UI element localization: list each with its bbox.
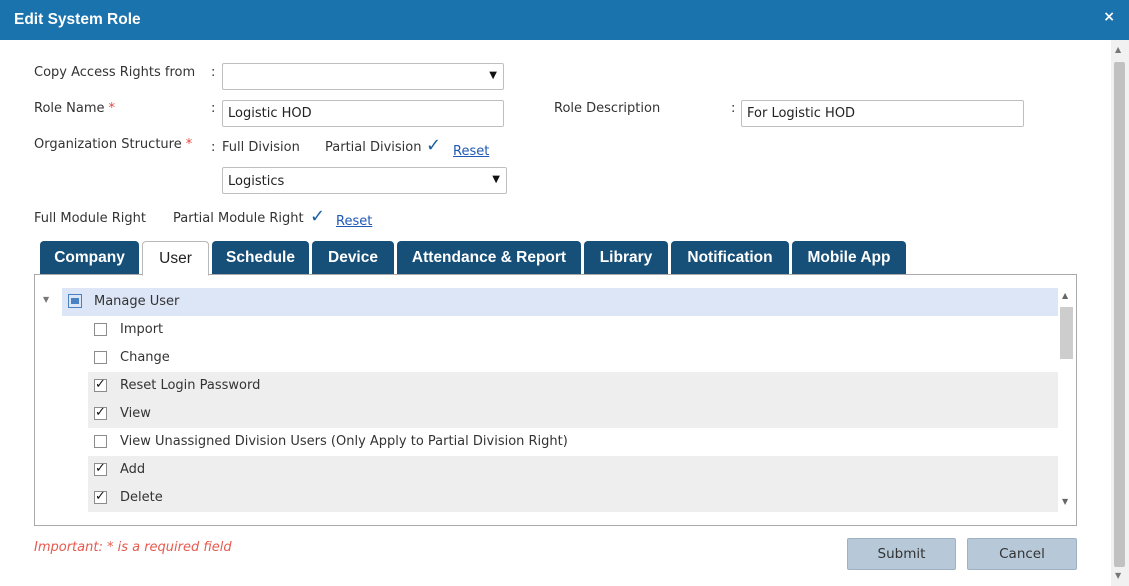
chevron-down-icon: ▼: [489, 70, 497, 81]
partial-division-option[interactable]: Partial Division: [325, 140, 422, 155]
role-description-label: Role Description: [554, 101, 661, 116]
submit-button[interactable]: Submit: [847, 538, 956, 570]
division-reset-link[interactable]: Reset: [453, 144, 489, 159]
close-icon[interactable]: ×: [1103, 9, 1115, 25]
cancel-button[interactable]: Cancel: [967, 538, 1077, 570]
checked-checkbox[interactable]: ✓: [94, 406, 107, 420]
required-field-note: Important: * is a required field: [34, 540, 232, 555]
scroll-down-icon[interactable]: ▼: [1115, 571, 1121, 580]
tree-item-row[interactable]: ✓ Add: [88, 456, 1058, 484]
tree-item-row[interactable]: View Unassigned Division Users (Only App…: [88, 428, 1058, 456]
unchecked-checkbox[interactable]: [94, 323, 107, 336]
tab-notification[interactable]: Notification: [671, 241, 789, 275]
tab-attendance-report[interactable]: Attendance & Report: [397, 241, 581, 275]
role-description-input[interactable]: [741, 100, 1024, 127]
tree-item-label: Change: [120, 350, 170, 365]
dialog-titlebar: Edit System Role ×: [0, 0, 1129, 40]
checked-checkbox[interactable]: ✓: [94, 490, 107, 504]
tree-item-row[interactable]: ✓ Delete: [88, 484, 1058, 512]
tab-company[interactable]: Company: [40, 241, 139, 275]
checked-checkbox[interactable]: ✓: [94, 378, 107, 392]
role-name-label-text: Role Name: [34, 101, 105, 116]
colon: :: [211, 65, 216, 80]
tree-item-label: Reset Login Password: [120, 378, 261, 393]
permissions-tree-panel: ▼ Manage User Import Change ✓ Reset Logi…: [34, 274, 1077, 526]
module-reset-link[interactable]: Reset: [336, 214, 372, 229]
tree-root-row[interactable]: ▼ Manage User: [43, 288, 1058, 316]
colon: :: [211, 140, 216, 155]
check-icon: ✓: [310, 206, 326, 227]
role-name-label: Role Name *: [34, 101, 115, 116]
tree-item-label: Import: [120, 322, 164, 337]
partial-module-right-option[interactable]: Partial Module Right: [173, 211, 304, 226]
required-marker: *: [185, 137, 193, 152]
tree-item-row[interactable]: Import: [88, 316, 1058, 344]
org-structure-label: Organization Structure *: [34, 137, 192, 152]
division-value: Logistics: [228, 174, 285, 189]
tree-item-row[interactable]: ✓ View: [88, 400, 1058, 428]
org-structure-label-text: Organization Structure: [34, 137, 182, 152]
copy-access-label: Copy Access Rights from: [34, 65, 196, 80]
partial-checkbox-icon[interactable]: [68, 294, 82, 308]
tree-item-label: Delete: [120, 490, 163, 505]
tree-item-label: View Unassigned Division Users (Only App…: [120, 434, 568, 449]
unchecked-checkbox[interactable]: [94, 435, 107, 448]
tab-schedule[interactable]: Schedule: [212, 241, 309, 275]
tree-root-label: Manage User: [94, 294, 180, 309]
colon: :: [211, 101, 216, 116]
division-select[interactable]: Logistics ▼: [222, 167, 507, 194]
tab-user[interactable]: User: [142, 241, 209, 276]
colon: :: [731, 101, 736, 116]
full-division-option[interactable]: Full Division: [222, 140, 300, 155]
scroll-down-icon[interactable]: ▼: [1062, 497, 1068, 506]
required-marker: *: [108, 101, 116, 116]
scroll-up-icon[interactable]: ▲: [1062, 291, 1068, 300]
tree-item-row[interactable]: ✓ Reset Login Password: [88, 372, 1058, 400]
unchecked-checkbox[interactable]: [94, 351, 107, 364]
copy-access-select[interactable]: ▼: [222, 63, 504, 90]
scrollbar-thumb[interactable]: [1114, 62, 1125, 567]
role-name-input[interactable]: [222, 100, 504, 127]
collapse-toggle-icon[interactable]: ▼: [43, 295, 49, 304]
tab-library[interactable]: Library: [584, 241, 668, 275]
tree-item-label: Add: [120, 462, 146, 477]
tree-item-row[interactable]: Change: [88, 344, 1058, 372]
tree-item-label: View: [120, 406, 151, 421]
full-module-right-option[interactable]: Full Module Right: [34, 211, 146, 226]
dialog-title: Edit System Role: [14, 11, 141, 28]
scrollbar-thumb[interactable]: [1060, 307, 1073, 359]
dialog-scrollbar[interactable]: ▲ ▼: [1111, 40, 1129, 586]
check-icon: ✓: [426, 135, 442, 156]
tab-device[interactable]: Device: [312, 241, 394, 275]
chevron-down-icon: ▼: [492, 174, 500, 185]
tab-mobile-app[interactable]: Mobile App: [792, 241, 906, 275]
tree-scrollbar[interactable]: ▲ ▼: [1058, 287, 1075, 513]
checked-checkbox[interactable]: ✓: [94, 462, 107, 476]
scroll-up-icon[interactable]: ▲: [1115, 45, 1121, 54]
